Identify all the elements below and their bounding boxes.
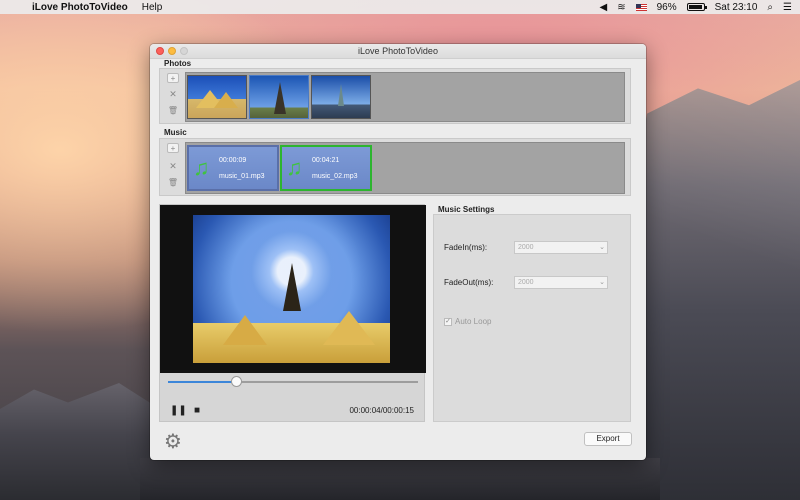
volume-icon[interactable]: ◀ <box>600 2 608 13</box>
app-menu[interactable]: iLove PhotoToVideo <box>32 2 128 13</box>
music-item[interactable]: ♫ 00:00:09 music_01.mp3 <box>187 145 279 191</box>
music-duration: 00:00:09 <box>219 157 247 164</box>
clock[interactable]: Sat 23:10 <box>715 2 758 13</box>
mountain-right <box>630 80 800 500</box>
pause-icon[interactable]: ❚❚ <box>170 405 187 416</box>
video-player: ❚❚ ■ 00:00:04/00:00:15 <box>159 204 426 422</box>
photo-thumbnail-statue-of-liberty[interactable] <box>311 75 371 119</box>
window-titlebar: iLove PhotoToVideo <box>150 44 646 59</box>
fadein-select[interactable]: 2000 ⌄ <box>514 241 608 254</box>
music-settings-title: Music Settings <box>438 205 495 214</box>
trash-photos-icon[interactable]: 🗑 <box>167 106 179 116</box>
music-note-icon: ♫ <box>286 155 303 180</box>
music-panel: + ✕ 🗑 ♫ 00:00:09 music_01.mp3 ♫ 00:04:21… <box>159 138 631 196</box>
battery-percent[interactable]: 96% <box>657 2 677 13</box>
minimize-window-button[interactable] <box>168 47 176 55</box>
music-filename: music_02.mp3 <box>312 173 358 180</box>
fadeout-label: FadeOut(ms): <box>444 278 494 287</box>
playback-progress-fill <box>168 381 236 383</box>
remove-music-icon[interactable]: ✕ <box>167 161 179 171</box>
help-menu[interactable]: Help <box>142 2 163 13</box>
music-filename: music_01.mp3 <box>219 173 265 180</box>
autoloop-row: ✓ Auto Loop <box>444 317 491 326</box>
window-controls <box>156 47 188 55</box>
music-duration: 00:04:21 <box>312 157 340 164</box>
mountain-bottom <box>140 458 660 500</box>
music-note-icon: ♫ <box>193 155 210 180</box>
chevron-down-icon: ⌄ <box>599 279 605 286</box>
autoloop-label: Auto Loop <box>455 317 492 326</box>
video-preview <box>160 205 426 373</box>
zoom-window-button[interactable] <box>180 47 188 55</box>
music-settings-panel: FadeIn(ms): 2000 ⌄ FadeOut(ms): 2000 ⌄ ✓… <box>433 214 631 422</box>
stop-icon[interactable]: ■ <box>194 405 200 416</box>
fadein-value: 2000 <box>518 244 534 251</box>
app-window: iLove PhotoToVideo Photos + ✕ 🗑 Music + … <box>150 44 646 460</box>
add-music-button[interactable]: + <box>167 143 179 153</box>
status-area: ◀ ≋ 96% Sat 23:10 ⌕ ☰ <box>600 2 793 13</box>
video-frame-image <box>193 215 390 363</box>
wifi-icon[interactable]: ≋ <box>617 2 625 13</box>
photo-thumbnail-eiffel-tower[interactable] <box>249 75 309 119</box>
music-strip: ♫ 00:00:09 music_01.mp3 ♫ 00:04:21 music… <box>185 142 625 194</box>
menubar: iLove PhotoToVideo Help ◀ ≋ 96% Sat 23:1… <box>0 0 800 14</box>
fadeout-value: 2000 <box>518 279 534 286</box>
playback-slider-knob[interactable] <box>230 376 242 387</box>
playback-time: 00:00:04/00:00:15 <box>349 406 414 415</box>
photo-thumbnail-pyramids[interactable] <box>187 75 247 119</box>
trash-music-icon[interactable]: 🗑 <box>167 178 179 188</box>
chevron-down-icon: ⌄ <box>599 244 605 251</box>
add-photo-button[interactable]: + <box>167 73 179 83</box>
window-title: iLove PhotoToVideo <box>358 46 438 56</box>
spotlight-search-icon[interactable]: ⌕ <box>767 2 773 13</box>
fadein-label: FadeIn(ms): <box>444 243 488 252</box>
export-button[interactable]: Export <box>584 432 632 446</box>
remove-photo-icon[interactable]: ✕ <box>167 89 179 99</box>
autoloop-checkbox[interactable]: ✓ <box>444 317 452 326</box>
photos-panel: + ✕ 🗑 <box>159 68 631 124</box>
music-item-selected[interactable]: ♫ 00:04:21 music_02.mp3 <box>280 145 372 191</box>
music-section-label: Music <box>164 128 187 137</box>
close-window-button[interactable] <box>156 47 164 55</box>
fadeout-select[interactable]: 2000 ⌄ <box>514 276 608 289</box>
photos-section-label: Photos <box>164 59 192 68</box>
settings-gear-icon[interactable]: ⚙ <box>164 429 182 454</box>
input-source-flag-icon[interactable] <box>635 3 647 11</box>
battery-icon[interactable] <box>686 3 707 11</box>
photos-strip <box>185 72 625 122</box>
notification-center-icon[interactable]: ☰ <box>783 2 792 13</box>
playback-slider[interactable] <box>168 376 418 387</box>
